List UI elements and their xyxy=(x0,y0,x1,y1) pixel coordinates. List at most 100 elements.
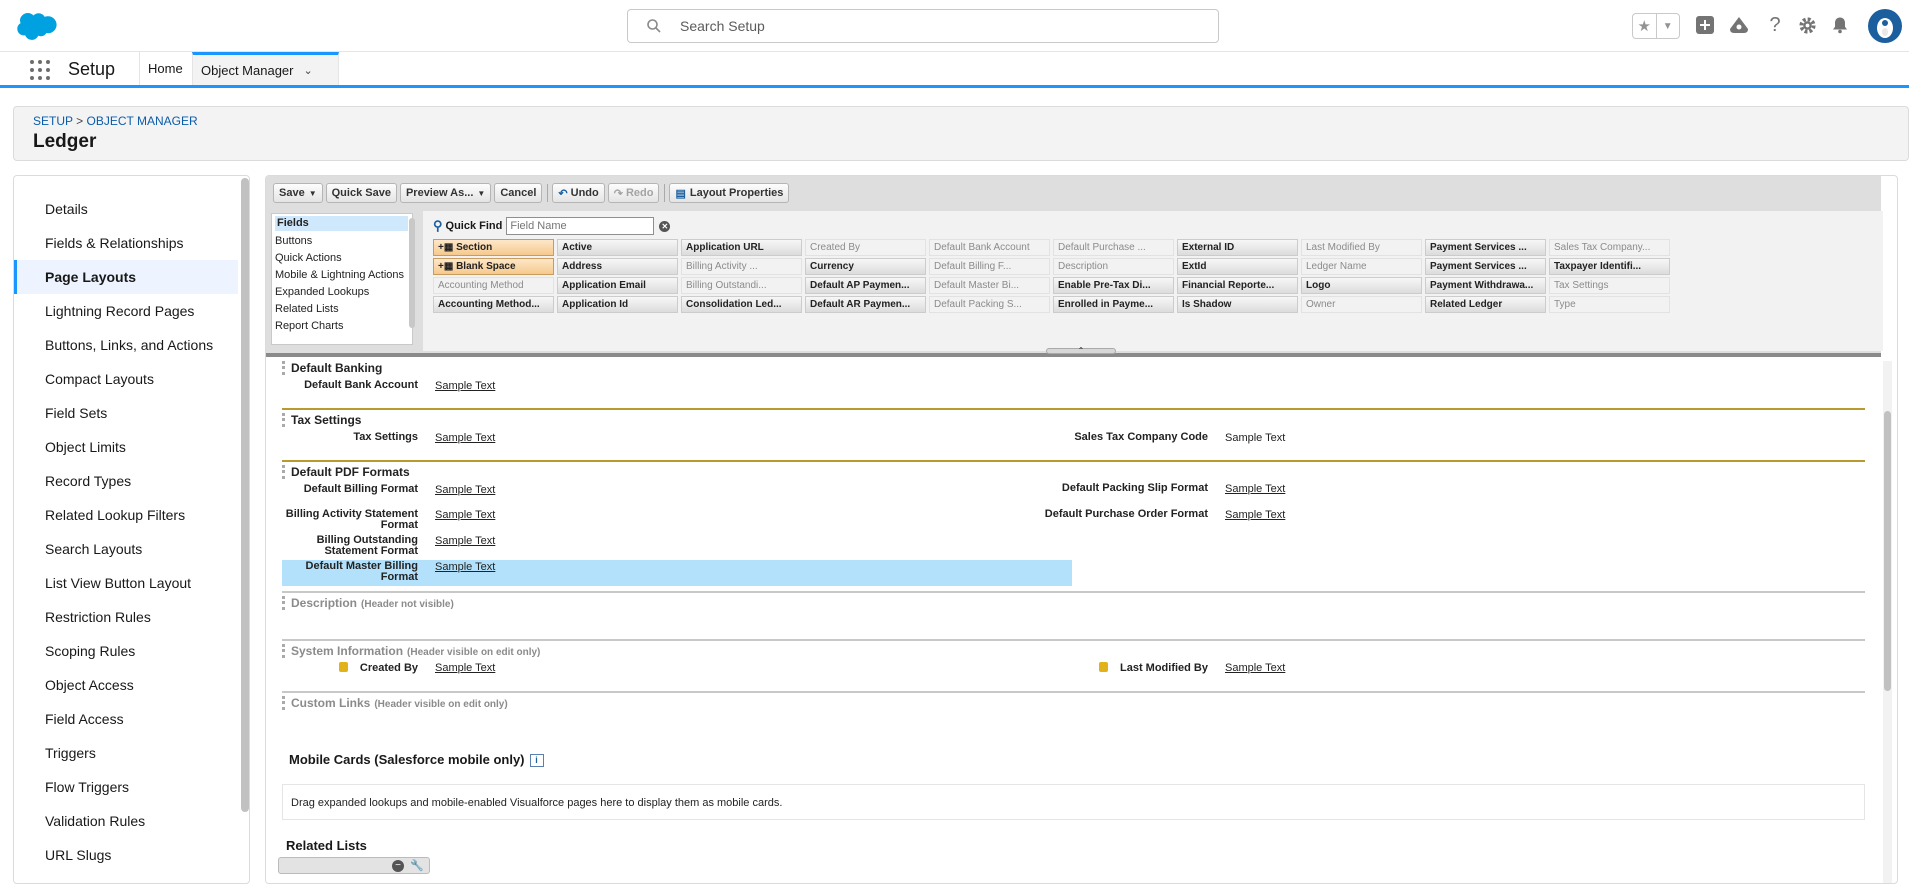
favorites-group[interactable]: ★ ▼ xyxy=(1632,13,1680,39)
palette-list-scrollbar[interactable] xyxy=(409,218,415,328)
palette-field-enrolled-in-payme[interactable]: Enrolled in Payme... xyxy=(1053,296,1174,313)
layout-field-default-bank-account[interactable]: Default Bank Account Sample Text xyxy=(282,379,1082,405)
palette-field-related-ledger[interactable]: Related Ledger xyxy=(1425,296,1546,313)
redo-button[interactable]: ↷ Redo xyxy=(607,183,660,203)
palette-field-application-id[interactable]: Application Id xyxy=(557,296,678,313)
tab-home[interactable]: Home xyxy=(139,52,191,85)
trailhead-icon[interactable] xyxy=(1728,14,1750,36)
palette-field-default-master-bi[interactable]: Default Master Bi... xyxy=(929,277,1050,294)
layout-field-last-modified-by[interactable]: Last Modified By Sample Text xyxy=(1072,662,1872,688)
sidebar-item-page-layouts[interactable]: Page Layouts xyxy=(14,260,238,294)
scrollbar-thumb[interactable] xyxy=(1884,411,1891,691)
layout-field-default-packing-slip-format[interactable]: Default Packing Slip Format Sample Text xyxy=(1062,483,1872,509)
palette-field-description[interactable]: Description xyxy=(1053,258,1174,275)
section-default-pdf-formats[interactable]: Default PDF Formats xyxy=(282,465,1865,479)
palette-field-blank-space[interactable]: +▦ Blank Space xyxy=(433,258,554,275)
palette-field-address[interactable]: Address xyxy=(557,258,678,275)
palette-field-type[interactable]: Type xyxy=(1549,296,1670,313)
palette-category-buttons[interactable]: Buttons xyxy=(272,233,412,250)
sidebar-item-fields-relationships[interactable]: Fields & Relationships xyxy=(14,226,238,260)
palette-field-default-ar-paymen[interactable]: Default AR Paymen... xyxy=(805,296,926,313)
section-description[interactable]: Description (Header not visible) xyxy=(282,596,1865,610)
sidebar-item-restriction-rules[interactable]: Restriction Rules xyxy=(14,600,238,634)
palette-field-owner[interactable]: Owner xyxy=(1301,296,1422,313)
palette-field-extid[interactable]: ExtId xyxy=(1177,258,1298,275)
palette-field-last-modified-by[interactable]: Last Modified By xyxy=(1301,239,1422,256)
remove-icon[interactable]: − xyxy=(392,860,404,872)
wrench-icon[interactable]: 🔧 xyxy=(410,859,424,872)
palette-field-payment-withdrawa[interactable]: Payment Withdrawa... xyxy=(1425,277,1546,294)
avatar[interactable] xyxy=(1868,9,1902,43)
palette-field-billing-outstandi[interactable]: Billing Outstandi... xyxy=(681,277,802,294)
palette-field-default-packing-s[interactable]: Default Packing S... xyxy=(929,296,1050,313)
chevron-down-icon[interactable]: ⌄ xyxy=(304,64,313,77)
palette-field-enable-pre-tax-di[interactable]: Enable Pre-Tax Di... xyxy=(1053,277,1174,294)
related-list-header-bar[interactable]: − 🔧 xyxy=(278,857,430,874)
palette-field-financial-reporte[interactable]: Financial Reporte... xyxy=(1177,277,1298,294)
palette-field-active[interactable]: Active xyxy=(557,239,678,256)
clear-icon[interactable]: ✕ xyxy=(659,220,671,232)
sidebar-item-field-sets[interactable]: Field Sets xyxy=(14,396,238,430)
info-icon[interactable]: i xyxy=(529,754,544,768)
sidebar-item-url-slugs[interactable]: URL Slugs xyxy=(14,838,238,872)
palette-category-expanded-lookups[interactable]: Expanded Lookups xyxy=(272,284,412,301)
section-custom-links[interactable]: Custom Links (Header visible on edit only… xyxy=(282,696,1865,710)
sidebar-item-record-types[interactable]: Record Types xyxy=(14,464,238,498)
palette-field-application-url[interactable]: Application URL xyxy=(681,239,802,256)
palette-field-default-billing-f[interactable]: Default Billing F... xyxy=(929,258,1050,275)
palette-field-created-by[interactable]: Created By xyxy=(805,239,926,256)
app-launcher-icon[interactable] xyxy=(30,60,50,80)
palette-field-taxpayer-identifi[interactable]: Taxpayer Identifi... xyxy=(1549,258,1670,275)
palette-category-quick-actions[interactable]: Quick Actions xyxy=(272,250,412,267)
palette-field-payment-services[interactable]: Payment Services ... xyxy=(1425,239,1546,256)
sidebar-item-validation-rules[interactable]: Validation Rules xyxy=(14,804,238,838)
sidebar-scrollbar[interactable] xyxy=(241,178,249,812)
preview-as-button[interactable]: Preview As... ▼ xyxy=(399,183,492,203)
layout-field-billing-outstanding-statement-format[interactable]: Billing Outstanding Statement Format Sam… xyxy=(282,535,1082,561)
palette-category-fields[interactable]: Fields xyxy=(275,216,408,231)
mobile-cards-dropzone[interactable]: Drag expanded lookups and mobile-enabled… xyxy=(282,784,1865,820)
palette-field-accounting-method[interactable]: Accounting Method... xyxy=(433,296,554,313)
section-system-information[interactable]: System Information (Header visible on edi… xyxy=(282,644,1865,658)
palette-field-default-purchase[interactable]: Default Purchase ... xyxy=(1053,239,1174,256)
help-icon[interactable]: ? xyxy=(1764,14,1786,36)
palette-field-accounting-method[interactable]: Accounting Method xyxy=(433,277,554,294)
layout-field-created-by[interactable]: Created By Sample Text xyxy=(282,662,1082,688)
section-default-banking[interactable]: Default Banking xyxy=(282,361,1865,375)
canvas-scrollbar[interactable] xyxy=(1883,361,1892,883)
layout-field-default-purchase-order-format[interactable]: Default Purchase Order Format Sample Tex… xyxy=(1045,509,1872,535)
quick-save-button[interactable]: Quick Save xyxy=(325,183,397,203)
setup-search[interactable] xyxy=(627,9,1219,43)
quick-find-input[interactable] xyxy=(506,217,655,235)
sidebar-item-scoping-rules[interactable]: Scoping Rules xyxy=(14,634,238,668)
sidebar-item-field-access[interactable]: Field Access xyxy=(14,702,238,736)
layout-field-default-master-billing-format[interactable]: Default Master Billing Format Sample Tex… xyxy=(282,561,1082,587)
star-icon[interactable]: ★ xyxy=(1633,14,1656,38)
sidebar-item-flow-triggers[interactable]: Flow Triggers xyxy=(14,770,238,804)
layout-field-billing-activity-statement-format[interactable]: Billing Activity Statement Format Sample… xyxy=(282,509,1082,535)
search-input[interactable] xyxy=(680,18,1180,34)
palette-field-logo[interactable]: Logo xyxy=(1301,277,1422,294)
palette-field-is-shadow[interactable]: Is Shadow xyxy=(1177,296,1298,313)
sidebar-item-lightning-record-pages[interactable]: Lightning Record Pages xyxy=(14,294,238,328)
palette-resize-handle[interactable]: ⌃ xyxy=(1046,347,1116,355)
bell-icon[interactable] xyxy=(1829,14,1851,36)
sidebar-item-compact-layouts[interactable]: Compact Layouts xyxy=(14,362,238,396)
tab-object-manager[interactable]: Object Manager ⌄ xyxy=(192,52,339,85)
palette-category-report-charts[interactable]: Report Charts xyxy=(272,318,412,335)
palette-field-consolidation-led[interactable]: Consolidation Led... xyxy=(681,296,802,313)
palette-field-billing-activity[interactable]: Billing Activity ... xyxy=(681,258,802,275)
cancel-button[interactable]: Cancel xyxy=(494,183,543,203)
palette-field-currency[interactable]: Currency xyxy=(805,258,926,275)
sidebar-item-triggers[interactable]: Triggers xyxy=(14,736,238,770)
caret-down-icon[interactable]: ▼ xyxy=(309,189,317,198)
palette-field-sales-tax-company[interactable]: Sales Tax Company... xyxy=(1549,239,1670,256)
caret-down-icon[interactable]: ▼ xyxy=(477,189,485,198)
palette-field-payment-services[interactable]: Payment Services ... xyxy=(1425,258,1546,275)
sidebar-item-object-limits[interactable]: Object Limits xyxy=(14,430,238,464)
sidebar-item-search-layouts[interactable]: Search Layouts xyxy=(14,532,238,566)
section-tax-settings[interactable]: Tax Settings xyxy=(282,413,1865,427)
palette-field-ledger-name[interactable]: Ledger Name xyxy=(1301,258,1422,275)
undo-button[interactable]: ↶ Undo xyxy=(552,183,605,203)
sidebar-item-object-access[interactable]: Object Access xyxy=(14,668,238,702)
